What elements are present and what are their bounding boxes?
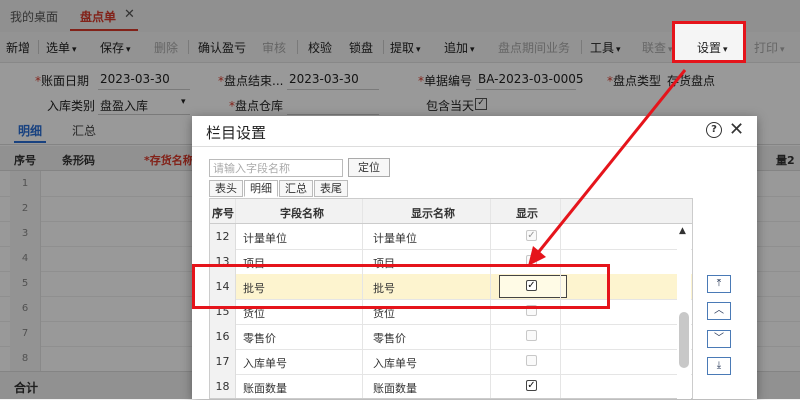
annotation-arrow xyxy=(528,69,687,266)
